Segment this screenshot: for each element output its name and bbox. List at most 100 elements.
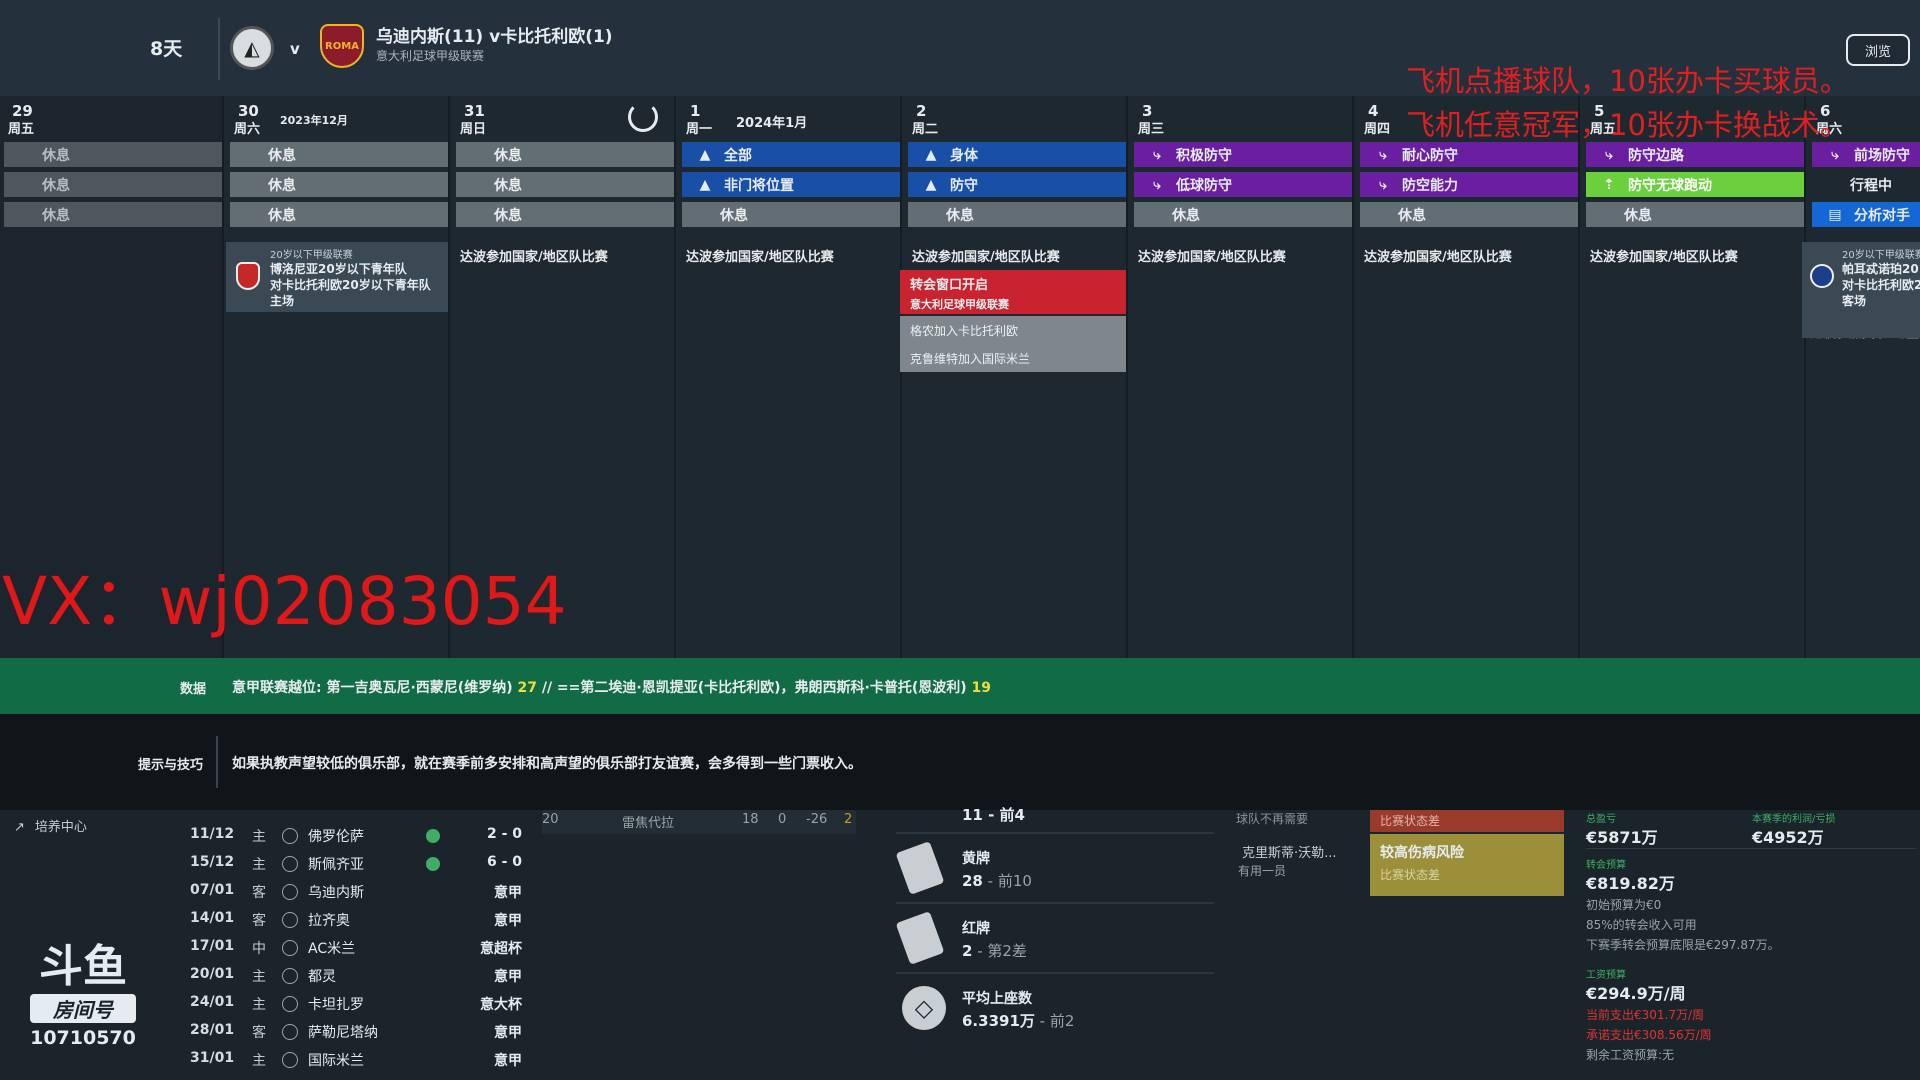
training-session-slot[interactable]: 休息 bbox=[4, 202, 222, 227]
fixture-date: 20/01 bbox=[190, 966, 235, 982]
national-duty-label[interactable]: 达波参加国家/地区队比赛 bbox=[1364, 246, 1512, 265]
fixture-row[interactable]: 11/12 主 佛罗伦萨 2 - 0 bbox=[190, 822, 526, 850]
fixture-row[interactable]: 20/01 主 都灵 意甲 bbox=[190, 962, 526, 990]
injury-player-name[interactable]: 克里斯蒂·沃勒... bbox=[1242, 842, 1337, 861]
fixture-opponent[interactable]: 都灵 bbox=[308, 966, 336, 986]
training-session-slot[interactable]: 休息 bbox=[4, 142, 222, 167]
training-session-slot[interactable]: 休息 bbox=[230, 202, 448, 227]
team-crest-icon bbox=[282, 940, 298, 956]
training-session-slot[interactable]: ⤷ 积极防守 bbox=[1134, 142, 1352, 167]
training-session-slot[interactable]: 休息 bbox=[1586, 202, 1804, 227]
transfer-news-item[interactable]: 格农加入卡比托利欧 bbox=[900, 316, 1126, 344]
fixture-opponent[interactable]: 卡坦扎罗 bbox=[308, 994, 364, 1014]
fixture-competition: 20岁以下甲级联赛 bbox=[1842, 250, 1920, 261]
udinese-crest-icon[interactable]: ◭ bbox=[230, 26, 274, 70]
ticker-number: 27 bbox=[517, 680, 537, 696]
league-table-row[interactable]: 20 雷焦代拉 18 0 -26 2 bbox=[542, 810, 856, 834]
training-session-slot[interactable]: ⤷ 耐心防守 bbox=[1360, 142, 1578, 167]
browse-button[interactable]: 浏览 bbox=[1846, 34, 1910, 66]
fixture-row[interactable]: 14/01 客 拉齐奥 意甲 bbox=[190, 906, 526, 934]
stat-row[interactable]: 黄牌 28 - 前10 bbox=[895, 836, 1214, 904]
training-session-slot[interactable]: 休息 bbox=[230, 142, 448, 167]
training-session-slot[interactable]: ▲ 防守 bbox=[908, 172, 1126, 197]
fixture-row[interactable]: 28/01 客 萨勒尼塔纳 意甲 bbox=[190, 1018, 526, 1046]
stream-overlay-text: 飞机任意冠军，10张办卡换战术。 bbox=[1406, 108, 1849, 142]
injury-risk-box[interactable]: 较高伤病风险 比赛状态差 bbox=[1370, 834, 1564, 896]
training-session-slot[interactable]: 休息 bbox=[682, 202, 900, 227]
u20-fixture-card[interactable]: 20岁以下甲级联赛 帕耳忒诺珀20 对卡比托利欧2 客场 bbox=[1802, 242, 1920, 338]
fixture-opponent[interactable]: AC米兰 bbox=[308, 938, 355, 958]
stat-row[interactable]: 红牌 2 - 第2差 bbox=[895, 906, 1214, 974]
fixture-result: 意甲 bbox=[494, 1025, 522, 1041]
training-session-slot[interactable]: 行程中 bbox=[1812, 172, 1920, 197]
roma-crest-icon[interactable]: ROMA bbox=[320, 24, 364, 68]
match-title[interactable]: 乌迪内斯(11) v卡比托利欧(1) bbox=[376, 22, 613, 47]
room-label: 房间号 bbox=[30, 994, 136, 1023]
training-session-slot[interactable]: ▲ 全部 bbox=[682, 142, 900, 167]
win-indicator-icon bbox=[426, 857, 440, 871]
national-duty-label[interactable]: 达波参加国家/地区队比赛 bbox=[1590, 246, 1738, 265]
day-weekday: 周二 bbox=[912, 122, 939, 137]
training-session-slot[interactable]: ▲ 非门将位置 bbox=[682, 172, 900, 197]
fixture-opponent[interactable]: 拉齐奥 bbox=[308, 910, 350, 930]
fixture-row[interactable]: 15/12 主 斯佩齐亚 6 - 0 bbox=[190, 850, 526, 878]
fixture-opponent[interactable]: 萨勒尼塔纳 bbox=[308, 1022, 378, 1042]
u20-fixture-card[interactable]: 20岁以下甲级联赛 博洛尼亚20岁以下青年队 对卡比托利欧20岁以下青年队 主场 bbox=[226, 242, 448, 312]
fixture-row[interactable]: 24/01 主 卡坦扎罗 意大杯 bbox=[190, 990, 526, 1018]
training-session-slot[interactable]: 休息 bbox=[456, 142, 674, 167]
national-duty-label[interactable]: 达波参加国家/地区队比赛 bbox=[912, 246, 1060, 265]
fixture-result: 意超杯 bbox=[480, 941, 522, 957]
national-duty-label[interactable]: 达波参加国家/地区队比赛 bbox=[460, 246, 608, 265]
fixture-date: 31/01 bbox=[190, 1050, 235, 1066]
training-session-slot[interactable]: ▲ 身体 bbox=[908, 142, 1126, 167]
training-session-slot[interactable]: 休息 bbox=[456, 202, 674, 227]
national-duty-label[interactable]: 达波参加国家/地区队比赛 bbox=[686, 246, 834, 265]
wage-budget-value: €294.9万/周 bbox=[1586, 984, 1686, 1003]
training-session-slot[interactable]: 休息 bbox=[1360, 202, 1578, 227]
fixture-result: 意甲 bbox=[494, 1053, 522, 1069]
session-label: 低球防守 bbox=[1176, 177, 1232, 194]
transfer-news-item[interactable]: 克鲁维特加入国际米兰 bbox=[900, 344, 1126, 372]
youth-centre-label: 培养中心 bbox=[34, 820, 87, 835]
stat-name: 黄牌 bbox=[962, 851, 990, 867]
transfer-window-event[interactable]: 转会窗口开启 意大利足球甲级联赛 bbox=[900, 270, 1126, 314]
youth-centre-link[interactable]: ↗ 培养中心 bbox=[14, 816, 87, 835]
training-session-slot[interactable]: 休息 bbox=[230, 172, 448, 197]
versus-label: v bbox=[290, 40, 300, 58]
table-points: 2 bbox=[844, 812, 853, 827]
injury-note: 球队不再需要 bbox=[1236, 812, 1309, 826]
national-duty-label[interactable]: 达波参加国家/地区队比赛 bbox=[1138, 246, 1286, 265]
fixture-opponent[interactable]: 佛罗伦萨 bbox=[308, 826, 364, 846]
training-session-slot[interactable]: ⤷ 前场防守 bbox=[1812, 142, 1920, 167]
column-divider bbox=[1126, 96, 1128, 658]
tackle-icon: ⤷ bbox=[1153, 146, 1161, 163]
fixture-opponent[interactable]: 乌迪内斯 bbox=[308, 882, 364, 902]
table-team: 雷焦代拉 bbox=[622, 816, 675, 831]
finance-panel[interactable]: 总盈亏 €5871万 本赛季的利润/亏损 €4952万 转会预算 €819.82… bbox=[1586, 810, 1920, 1080]
fixture-venue: 客 bbox=[252, 885, 266, 901]
fixture-opponent[interactable]: 斯佩齐亚 bbox=[308, 854, 364, 874]
training-session-slot[interactable]: 休息 bbox=[908, 202, 1126, 227]
training-session-slot[interactable]: 休息 bbox=[456, 172, 674, 197]
training-session-slot[interactable]: 休息 bbox=[1134, 202, 1352, 227]
stat-row[interactable]: ◇ 平均上座数 6.3391万 - 前2 bbox=[896, 976, 1214, 1044]
day-weekday: 周四 bbox=[1364, 122, 1391, 137]
training-session-slot[interactable]: ⇡ 防守无球跑动 bbox=[1586, 172, 1804, 197]
training-session-slot[interactable]: ⤷ 防空能力 bbox=[1360, 172, 1578, 197]
session-label: 非门将位置 bbox=[724, 177, 794, 194]
fixture-opponent[interactable]: 国际米兰 bbox=[308, 1050, 364, 1070]
fixture-venue: 主 bbox=[252, 829, 266, 845]
fixture-row[interactable]: 17/01 中 AC米兰 意超杯 bbox=[190, 934, 526, 962]
fixture-row[interactable]: 07/01 客 乌迪内斯 意甲 bbox=[190, 878, 526, 906]
table-pos: 20 bbox=[542, 812, 559, 827]
fixture-row[interactable]: 31/01 主 国际米兰 意甲 bbox=[190, 1046, 526, 1074]
training-session-slot[interactable]: ⤷ 防守边路 bbox=[1586, 142, 1804, 167]
season-profit-label: 本赛季的利润/亏损 bbox=[1752, 814, 1836, 825]
fixture-date: 07/01 bbox=[190, 882, 235, 898]
training-session-slot[interactable]: 休息 bbox=[4, 172, 222, 197]
training-session-slot[interactable]: ⤷ 低球防守 bbox=[1134, 172, 1352, 197]
fixture-result: 意甲 bbox=[494, 885, 522, 901]
training-session-slot[interactable]: ▤ 分析对手 bbox=[1812, 202, 1920, 227]
document-icon: ▤ bbox=[1828, 206, 1842, 223]
transfer-window-title: 转会窗口开启 bbox=[910, 278, 989, 293]
